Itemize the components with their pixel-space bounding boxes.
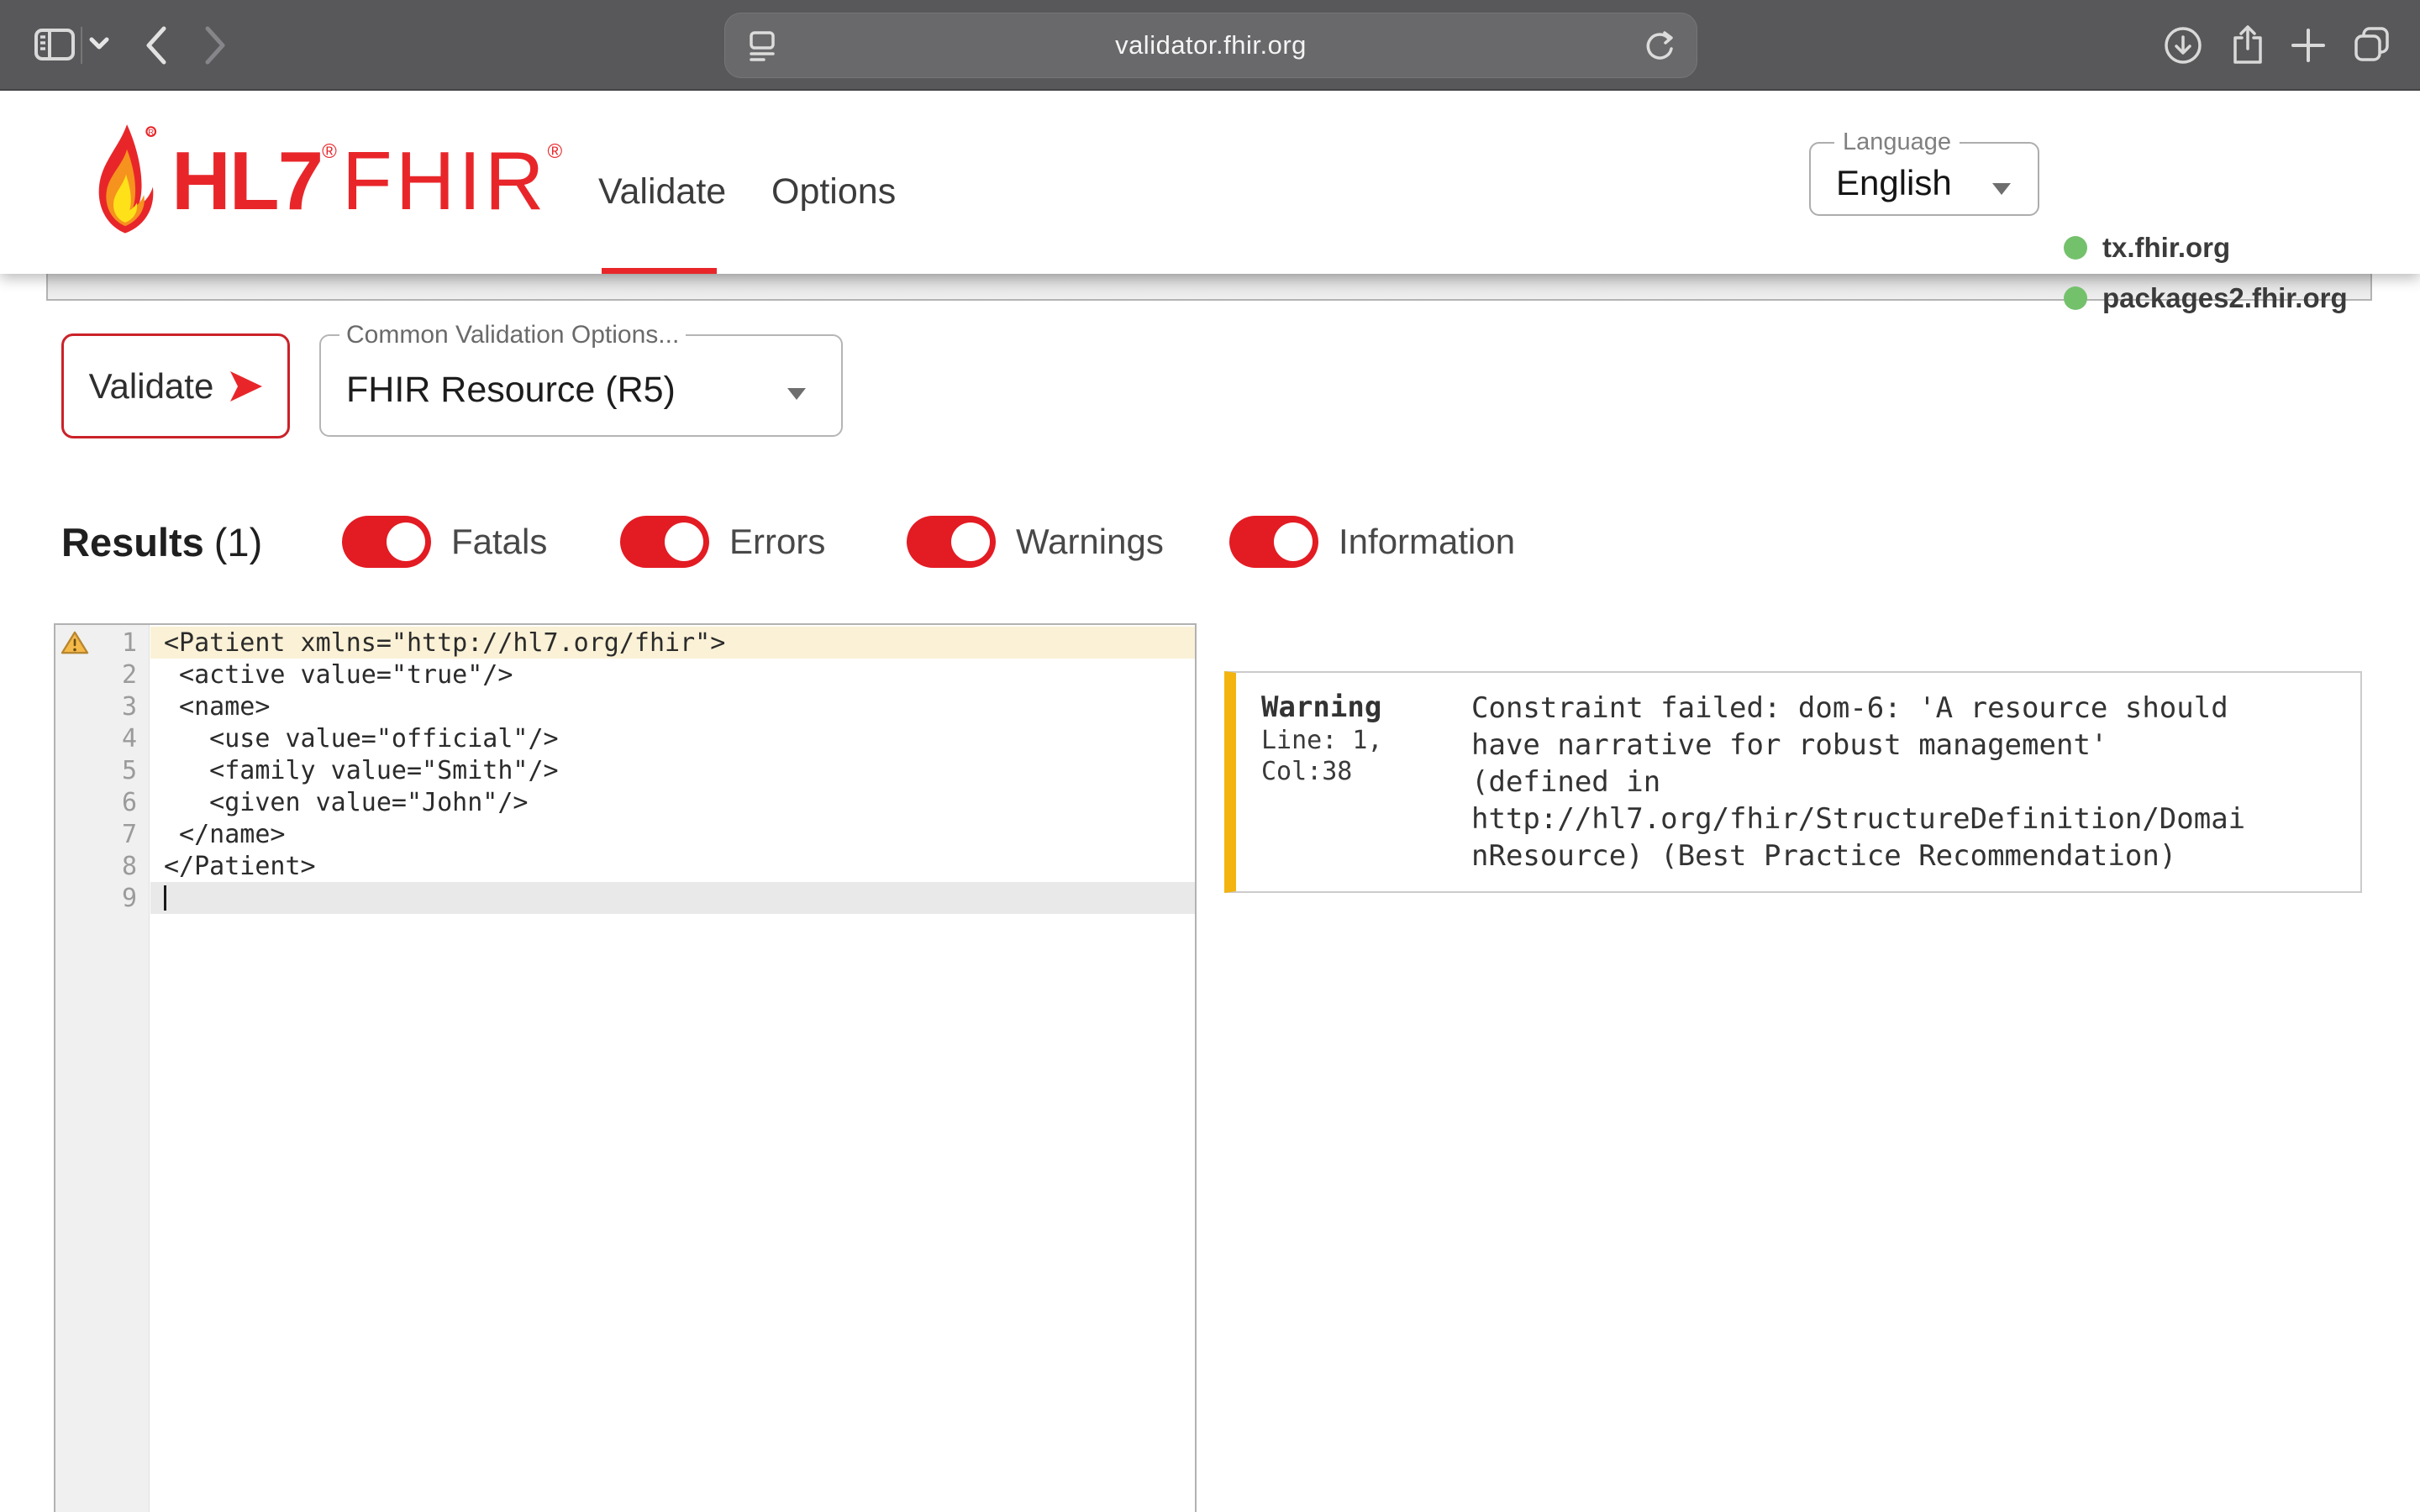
flame-icon: R [91, 123, 161, 239]
errors-switch[interactable] [620, 516, 709, 568]
share-icon[interactable] [2228, 24, 2268, 67]
validate-button-label: Validate [89, 366, 214, 407]
chrome-divider [81, 27, 82, 64]
line-number: 2 [122, 660, 137, 690]
registered-mark: ® [547, 140, 562, 164]
line-number: 4 [122, 724, 137, 753]
issue-severity: Warning [1261, 690, 1471, 725]
code-text: </Patient> [164, 852, 316, 881]
tab-validate[interactable]: Validate [598, 171, 726, 213]
new-tab-icon[interactable] [2290, 27, 2327, 64]
editor-line: 3 <name> [55, 690, 1195, 722]
run-arrow-icon [229, 370, 262, 402]
browser-chrome: validator.fhir.org [0, 0, 2420, 91]
results-title-text: Results [61, 520, 204, 564]
downloads-icon[interactable] [2163, 25, 2203, 66]
line-number: 1 [122, 628, 137, 658]
status-dot-green [2064, 236, 2087, 260]
line-number: 3 [122, 692, 137, 722]
issue-message: Constraint failed: dom-6: 'A resource sh… [1471, 690, 2261, 874]
toggle-fatals: Fatals [342, 516, 547, 568]
toggle-label: Information [1339, 522, 1515, 562]
language-value: English [1836, 163, 1952, 203]
line-warning-icon [60, 630, 89, 655]
switch-knob [665, 522, 703, 561]
code-text: <active value="true"/> [164, 660, 513, 690]
endpoint-label: tx.fhir.org [2102, 232, 2230, 264]
switch-knob [1274, 522, 1313, 561]
back-icon[interactable] [145, 25, 168, 66]
validate-button[interactable]: Validate [61, 333, 290, 438]
active-tab-underline [602, 268, 717, 274]
toggle-warnings: Warnings [907, 516, 1164, 568]
tab-options[interactable]: Options [771, 171, 896, 213]
forward-icon[interactable] [203, 25, 227, 66]
toggle-label: Errors [729, 522, 825, 562]
editor-line: 7 </name> [55, 818, 1195, 850]
editor-line-active: 9 [55, 882, 1195, 914]
editor-lines: 1 <Patient xmlns="http://hl7.org/fhir"> … [55, 627, 1195, 914]
editor-line: 5 <family value="Smith"/> [55, 754, 1195, 786]
text-cursor [164, 885, 166, 911]
code-text: </name> [164, 820, 286, 849]
validation-options-select[interactable]: Common Validation Options... FHIR Resour… [319, 321, 843, 437]
endpoint-label: packages2.fhir.org [2102, 282, 2348, 314]
language-legend: Language [1834, 129, 1960, 156]
editor-line: 8 </Patient> [55, 850, 1195, 882]
toggle-information: Information [1229, 516, 1515, 568]
fatals-switch[interactable] [342, 516, 431, 568]
logo-fhir-text: FHIR [342, 139, 548, 222]
results-count: (1) [214, 520, 262, 564]
reload-icon[interactable] [1643, 29, 1678, 64]
line-number: 8 [122, 852, 137, 881]
status-dot-green [2064, 286, 2087, 310]
warnings-switch[interactable] [907, 516, 996, 568]
screen: validator.fhir.org [0, 0, 2420, 1512]
editor-line: 1 <Patient xmlns="http://hl7.org/fhir"> [55, 627, 1195, 659]
line-number: 9 [122, 884, 137, 913]
code-editor[interactable]: 1 <Patient xmlns="http://hl7.org/fhir"> … [54, 623, 1197, 1512]
validation-options-legend: Common Validation Options... [339, 321, 686, 349]
chevron-down-icon [1992, 183, 2011, 195]
registered-mark: ® [322, 140, 337, 164]
site-header: R HL7®FHIR® Validate Options Language En… [0, 91, 2420, 274]
hl7-fhir-logo[interactable]: R HL7®FHIR® [91, 119, 562, 242]
endpoint-tx: tx.fhir.org [2064, 233, 2230, 263]
code-text: <name> [164, 692, 270, 722]
line-number: 6 [122, 788, 137, 817]
issue-line: Line: 1, [1261, 725, 1471, 756]
results-heading: Results(1) [61, 519, 262, 565]
code-text: <given value="John"/> [164, 788, 528, 817]
address-bar[interactable]: validator.fhir.org [724, 13, 1697, 78]
issue-col: Col:38 [1261, 756, 1471, 787]
chevron-down-icon [787, 388, 806, 400]
information-switch[interactable] [1229, 516, 1318, 568]
toggle-label: Warnings [1016, 522, 1164, 562]
editor-line: 4 <use value="official"/> [55, 722, 1195, 754]
sidebar-toggle-icon[interactable] [34, 24, 76, 66]
issue-card-warning: Warning Line: 1, Col:38 Constraint faile… [1224, 671, 2362, 893]
code-text: <use value="official"/> [164, 724, 559, 753]
toggle-errors: Errors [620, 516, 825, 568]
issue-meta: Warning Line: 1, Col:38 [1261, 690, 1471, 874]
tab-overview-icon[interactable] [2351, 24, 2393, 66]
code-text: <family value="Smith"/> [164, 756, 559, 785]
code-text: <Patient xmlns="http://hl7.org/fhir"> [164, 628, 725, 658]
switch-knob [951, 522, 990, 561]
switch-knob [387, 522, 425, 561]
toggle-label: Fatals [451, 522, 547, 562]
line-number: 7 [122, 820, 137, 849]
validation-options-value: FHIR Resource (R5) [346, 370, 676, 411]
svg-text:R: R [148, 128, 154, 137]
editor-line: 6 <given value="John"/> [55, 786, 1195, 818]
chevron-down-icon[interactable] [89, 37, 109, 50]
logo-hl7-text: HL7 [171, 139, 322, 222]
editor-line: 2 <active value="true"/> [55, 659, 1195, 690]
line-number: 5 [122, 756, 137, 785]
url-text: validator.fhir.org [725, 13, 1697, 77]
language-select[interactable]: Language English [1809, 129, 2039, 216]
endpoint-packages: packages2.fhir.org [2064, 283, 2348, 313]
